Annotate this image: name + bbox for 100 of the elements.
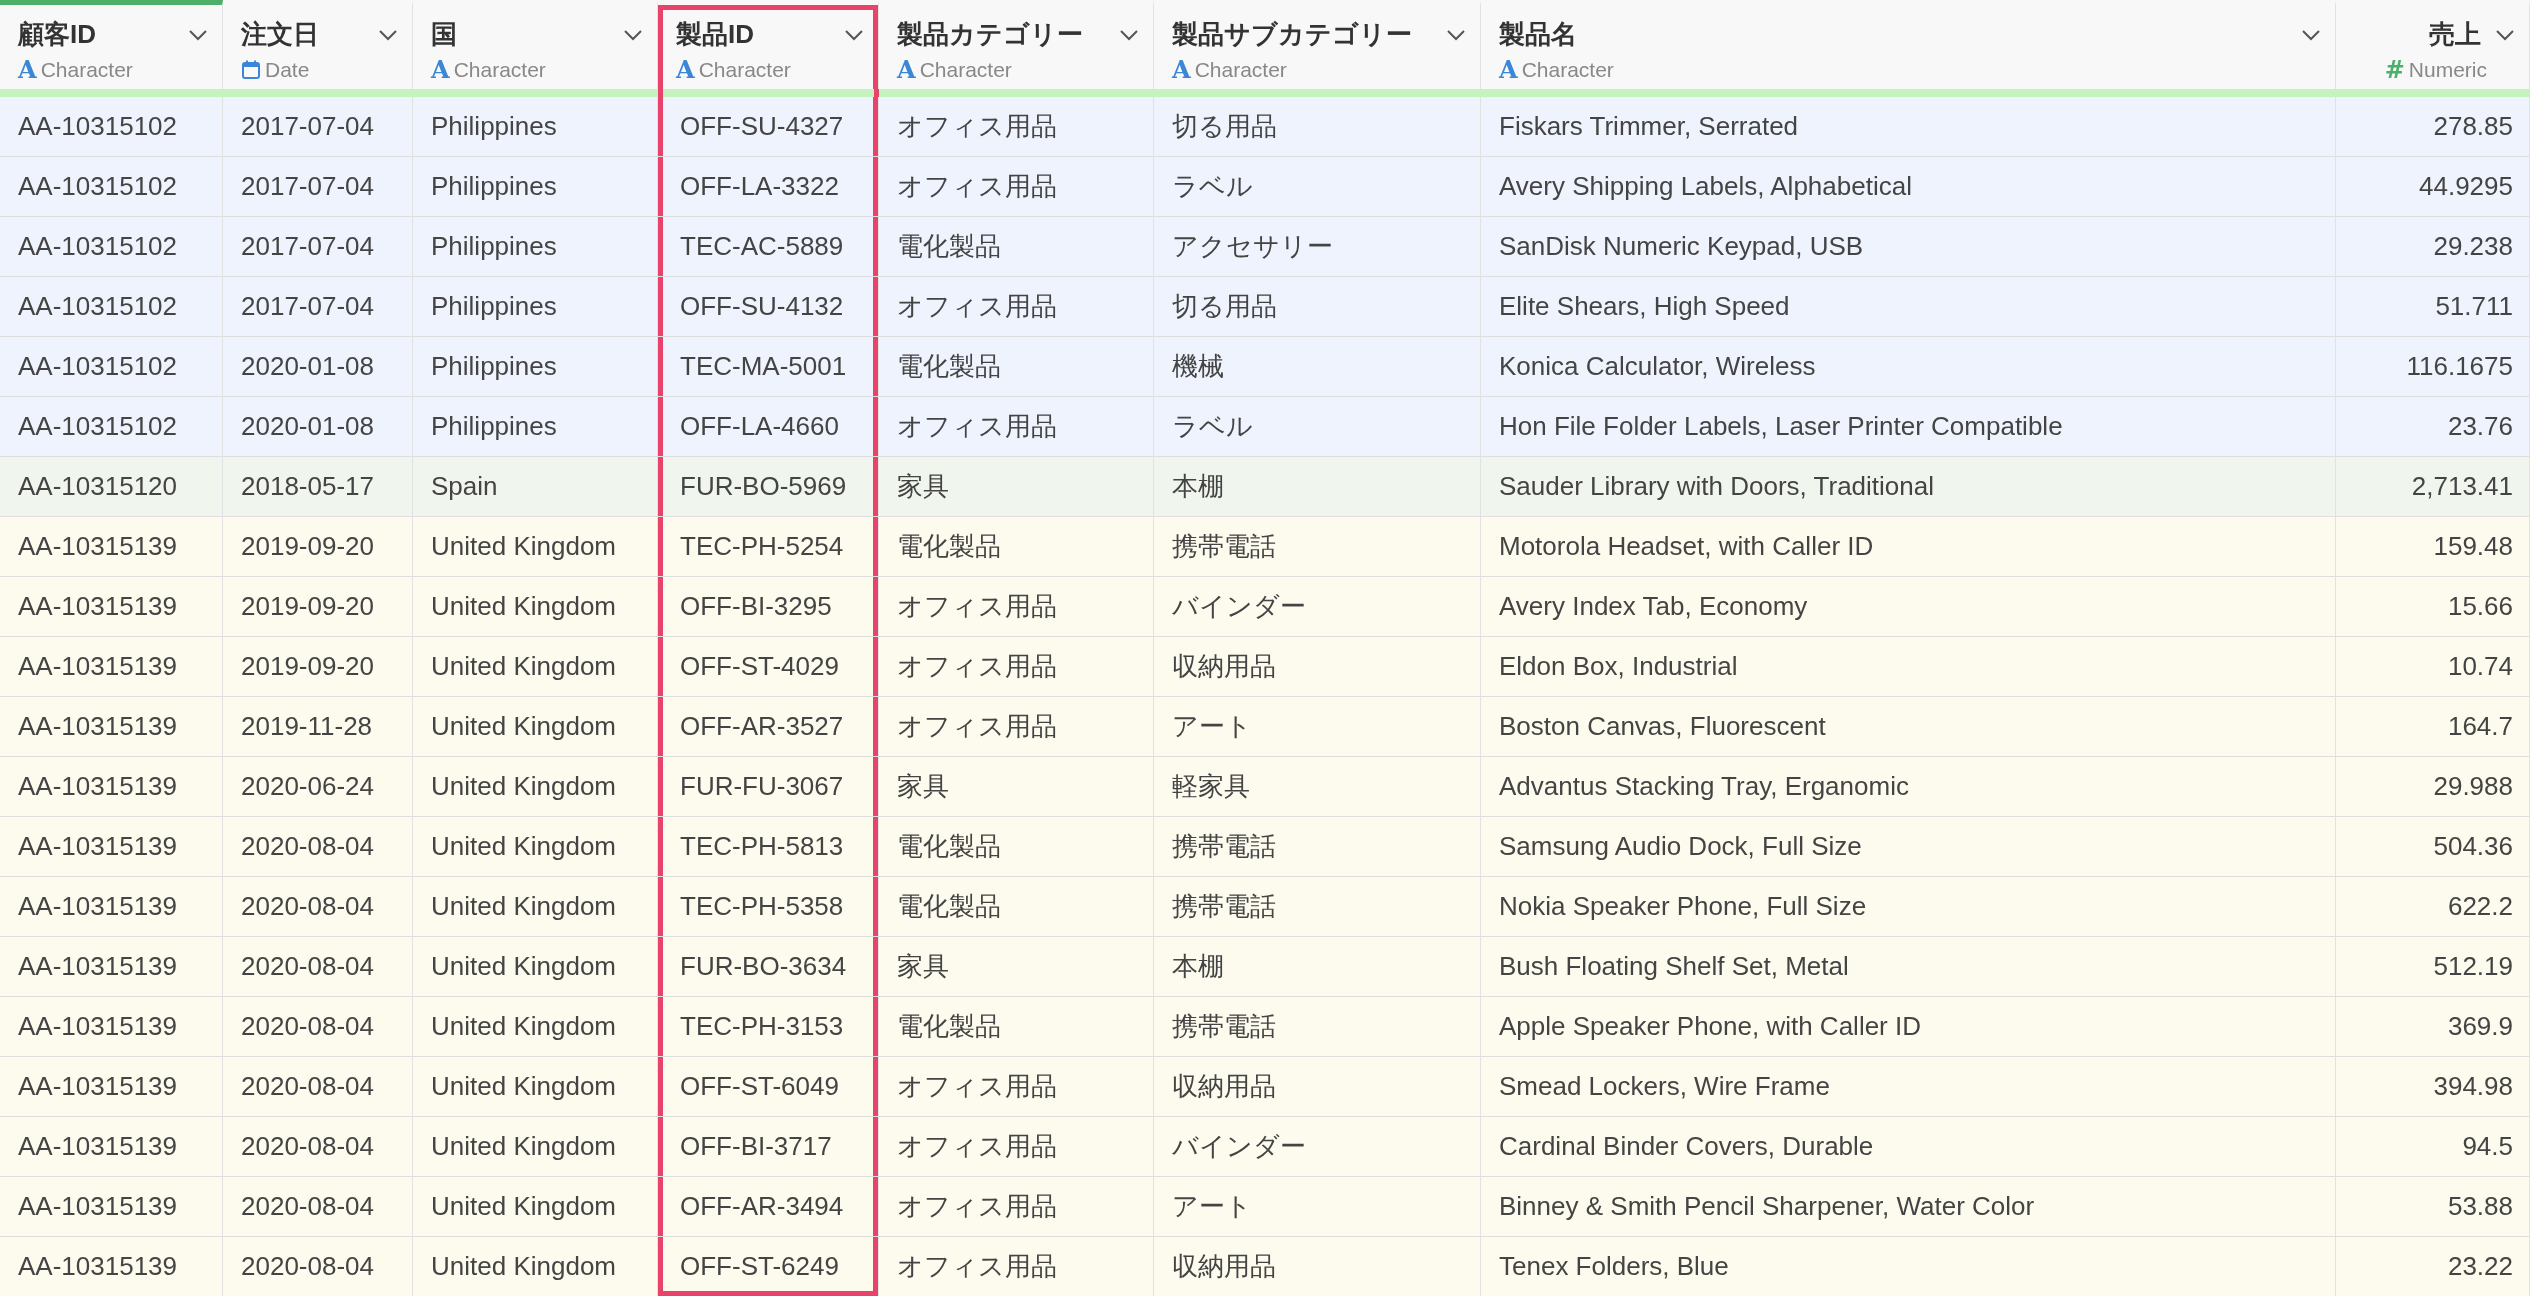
table-cell: オフィス用品 — [879, 157, 1154, 217]
table-cell: Binney & Smith Pencil Sharpener, Water Color — [1481, 1177, 2336, 1237]
column-header[interactable]: 国 A Character — [413, 0, 658, 89]
table-cell: 2019-09-20 — [223, 577, 413, 637]
chevron-down-icon[interactable] — [188, 28, 208, 41]
table-cell: Hon File Folder Labels, Laser Printer Compatible — [1481, 397, 2336, 457]
table-cell: Avery Index Tab, Economy — [1481, 577, 2336, 637]
table-cell: Philippines — [413, 397, 658, 457]
table-cell: 2017-07-04 — [223, 97, 413, 157]
table-cell: 44.9295 — [2336, 157, 2530, 217]
column-title: 製品ID — [676, 18, 754, 51]
table-cell: オフィス用品 — [879, 1117, 1154, 1177]
table-cell: 2020-08-04 — [223, 1117, 413, 1177]
table-cell: Philippines — [413, 217, 658, 277]
calendar-icon — [241, 60, 261, 80]
table-cell: オフィス用品 — [879, 1237, 1154, 1296]
table-cell: AA-10315139 — [0, 1237, 223, 1296]
chevron-down-icon[interactable] — [844, 28, 864, 41]
table-cell: Nokia Speaker Phone, Full Size — [1481, 877, 2336, 937]
table-cell: 2020-08-04 — [223, 1237, 413, 1296]
table-cell: FUR-BO-3634 — [658, 937, 879, 997]
table-cell: OFF-BI-3295 — [658, 577, 879, 637]
table-cell: 2019-09-20 — [223, 517, 413, 577]
table-cell: 23.22 — [2336, 1237, 2530, 1296]
chevron-down-icon[interactable] — [2301, 28, 2321, 41]
chevron-down-icon[interactable] — [2495, 28, 2515, 41]
numeric-type-icon: # — [2384, 58, 2405, 82]
table-cell: 2017-07-04 — [223, 277, 413, 337]
table-cell: TEC-PH-5813 — [658, 817, 879, 877]
table-cell: 2020-08-04 — [223, 1177, 413, 1237]
table-cell: ラベル — [1154, 157, 1481, 217]
column-header[interactable]: 製品ID A Character — [658, 0, 879, 89]
column-title: 国 — [431, 18, 457, 51]
table-cell: AA-10315139 — [0, 1177, 223, 1237]
table-cell: アート — [1154, 1177, 1481, 1237]
column-header[interactable]: 製品カテゴリー A Character — [879, 0, 1154, 89]
table-cell: 電化製品 — [879, 997, 1154, 1057]
table-cell: United Kingdom — [413, 637, 658, 697]
table-cell: 携帯電話 — [1154, 997, 1481, 1057]
table-cell: 2020-01-08 — [223, 337, 413, 397]
column-type: Character — [40, 58, 133, 82]
character-type-icon: A — [1499, 58, 1518, 82]
table-cell: 29.238 — [2336, 217, 2530, 277]
table-cell: AA-10315102 — [0, 397, 223, 457]
table-cell: SanDisk Numeric Keypad, USB — [1481, 217, 2336, 277]
table-cell: 278.85 — [2336, 97, 2530, 157]
table-cell: オフィス用品 — [879, 577, 1154, 637]
table-cell: 収納用品 — [1154, 637, 1481, 697]
table-cell: OFF-LA-3322 — [658, 157, 879, 217]
table-cell: Philippines — [413, 337, 658, 397]
character-type-icon: A — [431, 58, 450, 82]
table-cell: AA-10315139 — [0, 517, 223, 577]
table-cell: Cardinal Binder Covers, Durable — [1481, 1117, 2336, 1177]
table-cell: 10.74 — [2336, 637, 2530, 697]
table-cell: 切る用品 — [1154, 97, 1481, 157]
chevron-down-icon[interactable] — [1446, 28, 1466, 41]
table-cell: TEC-AC-5889 — [658, 217, 879, 277]
table-cell: 電化製品 — [879, 337, 1154, 397]
table-cell: OFF-AR-3494 — [658, 1177, 879, 1237]
table-cell: Philippines — [413, 97, 658, 157]
table-cell: 2018-05-17 — [223, 457, 413, 517]
table-cell: 2020-06-24 — [223, 757, 413, 817]
table-cell: OFF-SU-4327 — [658, 97, 879, 157]
table-cell: OFF-LA-4660 — [658, 397, 879, 457]
table-cell: 164.7 — [2336, 697, 2530, 757]
column-header[interactable]: 売上 # Numeric — [2336, 0, 2530, 89]
table-cell: AA-10315139 — [0, 637, 223, 697]
table-cell: 本棚 — [1154, 937, 1481, 997]
table-cell: Tenex Folders, Blue — [1481, 1237, 2336, 1296]
column-type: Character — [453, 58, 546, 82]
table-cell: 2020-08-04 — [223, 1057, 413, 1117]
table-cell: Boston Canvas, Fluorescent — [1481, 697, 2336, 757]
table-cell: 2020-08-04 — [223, 817, 413, 877]
character-type-icon: A — [676, 58, 695, 82]
column-header[interactable]: 注文日 Date — [223, 0, 413, 89]
table-cell: バインダー — [1154, 1117, 1481, 1177]
table-cell: United Kingdom — [413, 757, 658, 817]
table-cell: TEC-PH-5358 — [658, 877, 879, 937]
table-cell: バインダー — [1154, 577, 1481, 637]
character-type-icon: A — [1172, 58, 1191, 82]
table-cell: Eldon Box, Industrial — [1481, 637, 2336, 697]
table-cell: Fiskars Trimmer, Serrated — [1481, 97, 2336, 157]
character-type-icon: A — [897, 58, 916, 82]
table-cell: Motorola Headset, with Caller ID — [1481, 517, 2336, 577]
column-title: 売上 — [2429, 18, 2481, 51]
chevron-down-icon[interactable] — [1119, 28, 1139, 41]
chevron-down-icon[interactable] — [378, 28, 398, 41]
chevron-down-icon[interactable] — [623, 28, 643, 41]
column-header[interactable]: 製品サブカテゴリー A Character — [1154, 0, 1481, 89]
table-cell: OFF-AR-3527 — [658, 697, 879, 757]
table-cell: 23.76 — [2336, 397, 2530, 457]
table-cell: AA-10315102 — [0, 97, 223, 157]
table-cell: 軽家具 — [1154, 757, 1481, 817]
column-header[interactable]: 製品名 A Character — [1481, 0, 2336, 89]
table-cell: United Kingdom — [413, 937, 658, 997]
table-cell: オフィス用品 — [879, 1057, 1154, 1117]
column-type: Numeric — [2408, 58, 2487, 82]
table-cell: アクセサリー — [1154, 217, 1481, 277]
column-header[interactable]: 顧客ID A Character — [0, 0, 223, 89]
table-cell: Apple Speaker Phone, with Caller ID — [1481, 997, 2336, 1057]
